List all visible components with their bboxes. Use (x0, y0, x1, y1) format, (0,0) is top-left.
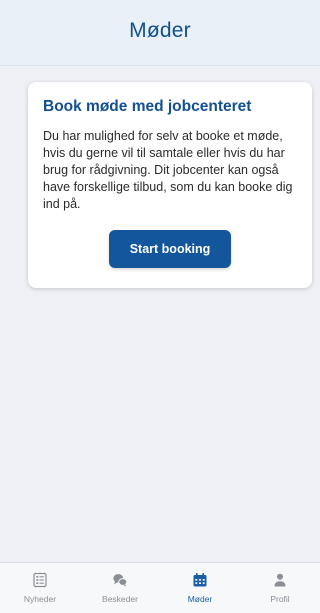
card-title: Book møde med jobcenteret (43, 98, 252, 115)
start-booking-button[interactable]: Start booking (109, 230, 231, 268)
tab-meetings[interactable]: Møder (160, 563, 240, 613)
calendar-icon (193, 573, 207, 587)
news-icon (33, 572, 47, 588)
tab-meetings-label: Møder (187, 594, 213, 604)
profile-icon (274, 573, 286, 587)
tab-news-label: Nyheder (23, 594, 57, 604)
booking-card: Book møde med jobcenteret Du har mulighe… (28, 82, 312, 288)
tab-messages-label: Beskeder (102, 594, 138, 604)
tab-news[interactable]: Nyheder (0, 563, 80, 613)
messages-icon (113, 574, 128, 587)
tab-profile-label: Profil (270, 594, 290, 604)
top-header: Møder (0, 0, 320, 66)
tab-profile[interactable]: Profil (240, 563, 320, 613)
card-description: Du har mulighed for selv at booke et mød… (43, 129, 293, 211)
tab-messages[interactable]: Beskeder (80, 563, 160, 613)
button-row: Start booking (43, 230, 297, 268)
meetings-screen: Møder Book møde med jobcenteret Du har m… (0, 0, 320, 613)
bottom-tab-bar: Nyheder Beskeder Møder Profil (0, 562, 320, 613)
page-title: Møder (129, 18, 191, 42)
